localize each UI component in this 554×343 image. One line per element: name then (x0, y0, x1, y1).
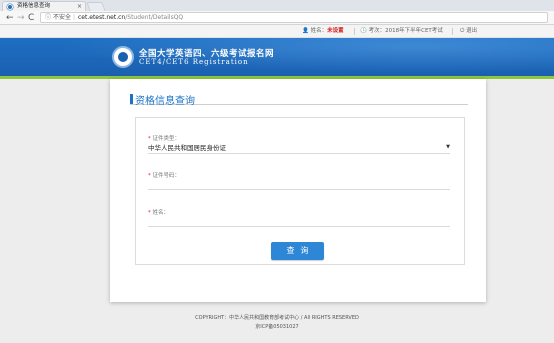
id-number-label: * 证件号码： (148, 171, 180, 179)
forward-arrow-icon[interactable]: → (17, 12, 25, 24)
name-label-text: 姓名： (152, 210, 170, 216)
user-info-bar: 👤 姓名：未设置 🕓 考次：2018年下半年CET考试 ⏻ 退出 (0, 25, 554, 38)
id-type-select-value[interactable]: 中华人民共和国居民身份证 (148, 142, 226, 152)
info-icon[interactable]: ⓘ (45, 13, 51, 22)
divider (452, 28, 453, 35)
security-label: 不安全 (53, 14, 72, 21)
user-name-info: 👤 姓名：未设置 (302, 25, 344, 37)
id-number-field[interactable]: * 证件号码： (148, 171, 450, 191)
reload-icon[interactable]: C (28, 12, 34, 24)
page-title-row: 资格信息查询 (130, 92, 468, 107)
new-tab-button[interactable] (86, 2, 106, 11)
divider (354, 28, 355, 35)
tab-title: 资格信息查询 (17, 3, 51, 9)
logout-link[interactable]: ⏻ 退出 (460, 25, 477, 37)
required-mark: * (148, 210, 151, 216)
url-text: cet.etest.net.cn/Student/DetailsQQ (78, 13, 183, 22)
required-mark: * (148, 173, 151, 179)
site-subtitle: CET4/CET6 Registration (139, 58, 249, 66)
url-separator: | (73, 14, 76, 21)
name-field-label: * 姓名： (148, 208, 169, 216)
field-underline (148, 189, 450, 190)
exam-session-info: 🕓 考次：2018年下半年CET考试 (360, 25, 443, 37)
title-accent-bar (130, 94, 133, 104)
person-icon: 👤 (302, 28, 311, 34)
name-field[interactable]: * 姓名： (148, 208, 450, 228)
id-number-label-text: 证件号码： (152, 173, 181, 179)
icp-license-text: 京ICP备05031027 (255, 324, 299, 330)
address-bar[interactable]: ⓘ 不安全 | cet.etest.net.cn/Student/Details… (40, 12, 548, 23)
exam-label: 考次：2018年下半年CET考试 (368, 28, 443, 34)
id-type-label: * 证件类型： (148, 134, 180, 142)
url-domain: cet.etest.net.cn (78, 14, 126, 21)
close-tab-icon[interactable]: × (77, 2, 82, 11)
copyright-text: COPYRIGHT：中华人民共和国教育部考试中心 / All RIGHTS RE… (195, 315, 359, 321)
browser-toolbar: ← → C ⓘ 不安全 | cet.etest.net.cn/Student/D… (0, 11, 554, 25)
query-button[interactable]: 查询 (271, 242, 324, 260)
page-title: 资格信息查询 (135, 96, 195, 107)
banner-glow (0, 38, 554, 78)
chevron-down-icon[interactable]: ▼ (446, 144, 450, 150)
field-underline (148, 226, 450, 227)
logo-core (118, 52, 128, 62)
cet-logo-icon (112, 46, 134, 68)
query-card: 资格信息查询 * 证件类型： 中华人民共和国居民身份证 ▼ * 证件号码： * … (110, 79, 486, 302)
url-path: /Student/DetailsQQ (125, 14, 184, 21)
site-banner: 全国大学英语四、六级考试报名网 CET4/CET6 Registration (0, 38, 554, 78)
name-value: 未设置 (327, 28, 344, 34)
clock-icon: 🕓 (360, 28, 369, 34)
back-arrow-icon[interactable]: ← (6, 12, 14, 24)
name-label: 姓名： (310, 28, 328, 34)
browser-tab-strip: 资格信息查询 × (0, 0, 554, 11)
field-underline (148, 153, 450, 154)
logout-label: 退出 (466, 28, 478, 34)
site-favicon-icon (7, 4, 13, 10)
browser-tab[interactable]: 资格信息查询 × (2, 1, 86, 11)
id-type-field[interactable]: * 证件类型： 中华人民共和国居民身份证 ▼ (148, 134, 450, 154)
